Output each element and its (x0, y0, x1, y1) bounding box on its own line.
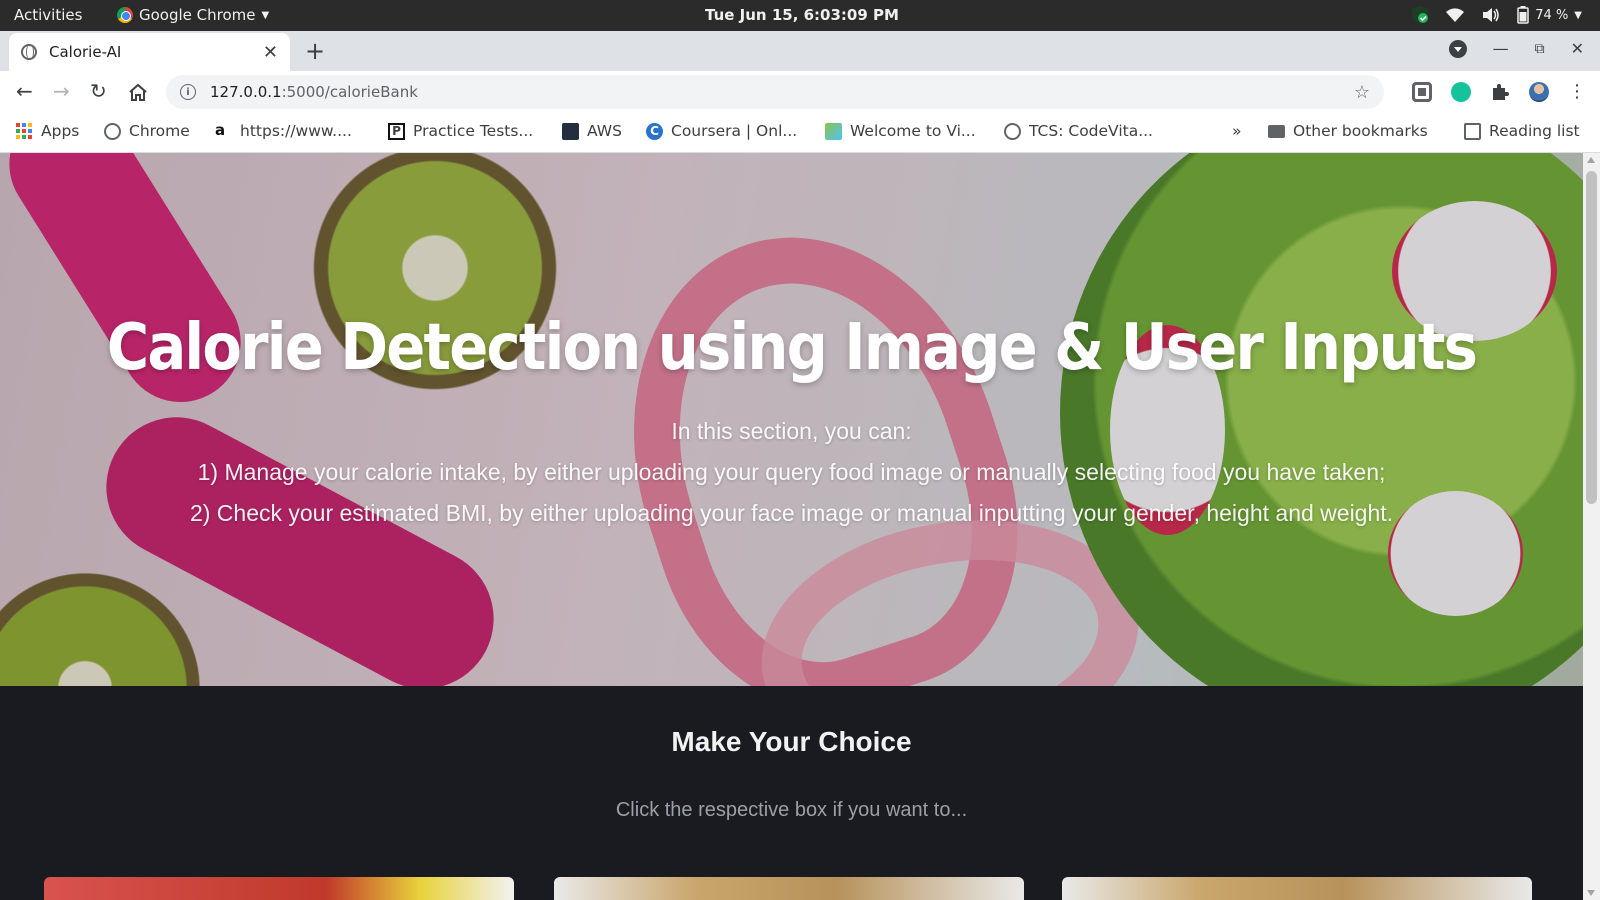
amazon-icon: a (215, 120, 226, 139)
bookmark-chrome[interactable]: Chrome (104, 122, 190, 140)
bookmark-other-bookmarks[interactable]: Other bookmarks (1268, 122, 1428, 140)
hero-banner: Calorie Detection using Image & User Inp… (0, 153, 1583, 686)
web-page: Calorie Detection using Image & User Inp… (0, 153, 1583, 900)
scrollbar-thumb[interactable] (1586, 171, 1597, 504)
globe-icon (21, 44, 37, 60)
choice-card-food-image[interactable] (44, 877, 514, 900)
volume-icon (1483, 8, 1500, 22)
extensions-area: ⋮ (1412, 81, 1586, 102)
bookmark-coursera[interactable]: C Coursera | Onl... (646, 122, 797, 140)
tab-title: Calorie-AI (49, 43, 122, 61)
globe-icon (104, 122, 121, 140)
bookmarks-bar: Apps Chrome a https://www.... P Practice… (0, 113, 1600, 153)
hero-intro: In this section, you can: (671, 418, 912, 444)
shield-icon (1412, 6, 1429, 24)
url-path: :5000/calorieBank (281, 83, 418, 101)
chevron-down-icon: ▼ (261, 9, 270, 21)
aws-icon (562, 122, 579, 140)
battery-icon (1517, 6, 1530, 24)
new-tab-button[interactable]: + (305, 37, 325, 65)
choice-section: Make Your Choice Click the respective bo… (0, 686, 1583, 900)
wifi-icon (1446, 8, 1465, 22)
system-tray[interactable]: 74 % ▼ (1411, 5, 1582, 25)
chevron-down-icon: ▼ (1574, 9, 1582, 21)
scroll-down-icon[interactable] (1587, 890, 1595, 896)
virtual-lab-icon (825, 122, 842, 140)
hero-point-calorie: 1) Manage your calorie intake, by either… (197, 459, 1386, 485)
app-name: Google Chrome (139, 6, 256, 24)
tab-strip: Calorie-AI ✕ + — ⧉ ✕ (0, 31, 1600, 71)
close-icon[interactable]: ✕ (263, 42, 278, 63)
address-bar[interactable]: i 127.0.0.1 :5000/calorieBank ☆ (166, 75, 1384, 109)
system-top-bar: Activities Google Chrome ▼ Tue Jun 15, 6… (0, 0, 1600, 31)
reload-icon[interactable]: ↻ (90, 79, 107, 103)
reading-list-button[interactable]: Reading list (1464, 122, 1580, 140)
bookmark-apps[interactable]: Apps (16, 122, 79, 140)
more-vert-icon[interactable]: ⋮ (1568, 81, 1586, 102)
chrome-logo-icon (117, 7, 133, 23)
back-arrow-icon[interactable]: ← (16, 79, 33, 103)
site-info-icon[interactable]: i (180, 84, 196, 100)
choice-card-bmi[interactable] (1062, 877, 1532, 900)
hero-point-bmi: 2) Check your estimated BMI, by either u… (189, 500, 1394, 526)
choice-subtitle: Click the respective box if you want to.… (615, 799, 968, 821)
bookmark-amazon[interactable]: a https://www.... (215, 122, 352, 140)
apps-grid-icon (16, 122, 33, 140)
bookmarks-overflow-button[interactable]: » (1232, 122, 1241, 140)
app-menu[interactable]: Google Chrome ▼ (117, 6, 269, 24)
extension-square-icon[interactable] (1412, 81, 1432, 102)
bookmark-aws[interactable]: AWS (562, 122, 622, 140)
browser-toolbar: ← → ↻ i 127.0.0.1 :5000/calorieBank ☆ ⋮ (0, 71, 1600, 113)
coursera-icon: C (646, 122, 663, 140)
forward-arrow-icon[interactable]: → (53, 79, 70, 103)
close-window-icon[interactable]: ✕ (1571, 39, 1584, 58)
folder-icon (1268, 124, 1285, 138)
reading-list-icon (1464, 122, 1481, 140)
tab-calorie-ai[interactable]: Calorie-AI ✕ (9, 33, 290, 71)
activities-button[interactable]: Activities (14, 6, 82, 24)
battery-level: 74 % (1535, 7, 1569, 23)
choice-card-manual-food[interactable] (554, 877, 1024, 900)
grammarly-icon[interactable] (1451, 81, 1471, 102)
restore-icon[interactable]: ⧉ (1535, 41, 1545, 57)
tab-search-icon[interactable] (1448, 39, 1467, 58)
url-host: 127.0.0.1 (210, 83, 282, 101)
page-title: Calorie Detection using Image & User Inp… (106, 311, 1478, 385)
bookmark-practice-tests[interactable]: P Practice Tests... (388, 122, 533, 140)
home-icon[interactable] (128, 83, 148, 101)
bookmark-star-icon[interactable]: ☆ (1354, 82, 1370, 103)
practice-tests-icon: P (388, 122, 405, 140)
scroll-up-icon[interactable] (1587, 157, 1595, 163)
avatar[interactable] (1529, 81, 1549, 102)
choice-title: Make Your Choice (671, 726, 912, 757)
bookmark-virtual-lab[interactable]: Welcome to Vi... (825, 122, 976, 140)
puzzle-icon[interactable] (1490, 82, 1510, 102)
bookmark-codevita[interactable]: TCS: CodeVita... (1004, 122, 1153, 140)
window-controls: — ⧉ ✕ (1448, 39, 1584, 58)
page-scrollbar[interactable] (1583, 153, 1600, 900)
globe-icon (1004, 122, 1021, 140)
minimize-icon[interactable]: — (1493, 39, 1509, 58)
clock[interactable]: Tue Jun 15, 6:03:09 PM (705, 6, 899, 24)
